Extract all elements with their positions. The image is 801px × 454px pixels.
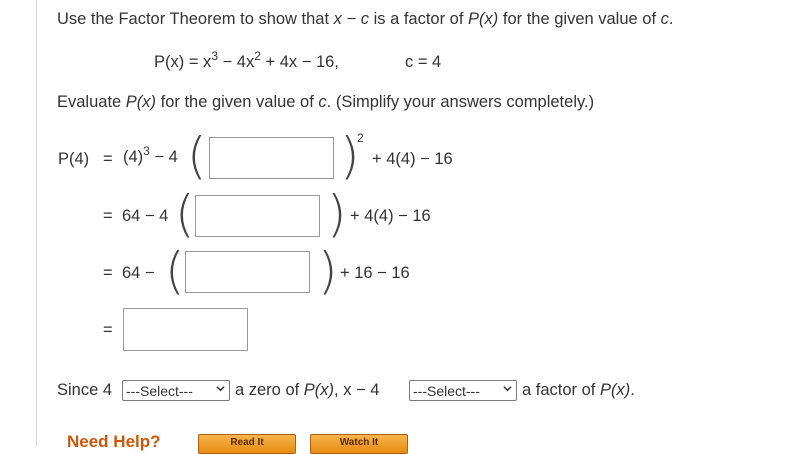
row1-tail: + 4(4) − 16 [372, 150, 453, 168]
row2-answer-input[interactable] [195, 195, 320, 237]
row1-term: (4)3 − 4 [123, 144, 178, 166]
row1-outer-exponent: 2 [357, 131, 364, 145]
factor-of-text: a factor of P(x). [522, 381, 635, 399]
row3-term: 64 − [122, 264, 155, 282]
row3-tail: + 16 − 16 [340, 264, 410, 282]
row1-left-paren: ( [187, 127, 207, 185]
chevron-down-icon [503, 386, 512, 392]
row2-left-paren: ( [175, 185, 195, 243]
row1-equals: = [103, 150, 113, 168]
row2-right-paren: ) [327, 185, 347, 243]
zero-of-text: a zero of P(x), x − 4 [235, 381, 380, 399]
row3-answer-input[interactable] [185, 251, 310, 293]
evaluate-text: Evaluate P(x) for the given value of c. … [57, 93, 595, 111]
given-c-value: c = 4 [405, 53, 442, 71]
row3-equals: = [103, 264, 113, 282]
row2-equals: = [103, 207, 113, 225]
chevron-down-icon [216, 386, 225, 392]
row3-right-paren: ) [318, 242, 338, 300]
row3-left-paren: ( [165, 242, 185, 300]
row4-equals: = [103, 321, 113, 339]
row4-answer-input[interactable] [123, 308, 248, 351]
watch-it-button[interactable]: Watch It [310, 434, 408, 454]
read-it-button[interactable]: Read It [198, 434, 296, 454]
row1-answer-input[interactable] [209, 137, 334, 179]
factor-select[interactable]: ---Select--- [409, 380, 517, 401]
row2-term: 64 − 4 [122, 207, 169, 225]
zero-select[interactable]: ---Select--- [122, 380, 230, 401]
need-help-label: Need Help? [67, 432, 161, 451]
row2-tail: + 4(4) − 16 [350, 207, 431, 225]
instruction-text: Use the Factor Theorem to show that x − … [57, 10, 674, 28]
since-text: Since 4 [57, 381, 113, 399]
given-polynomial: P(x) = x3 − 4x2 + 4x − 16, [154, 49, 339, 71]
row1-lhs: P(4) [58, 150, 90, 168]
left-border [36, 0, 37, 446]
